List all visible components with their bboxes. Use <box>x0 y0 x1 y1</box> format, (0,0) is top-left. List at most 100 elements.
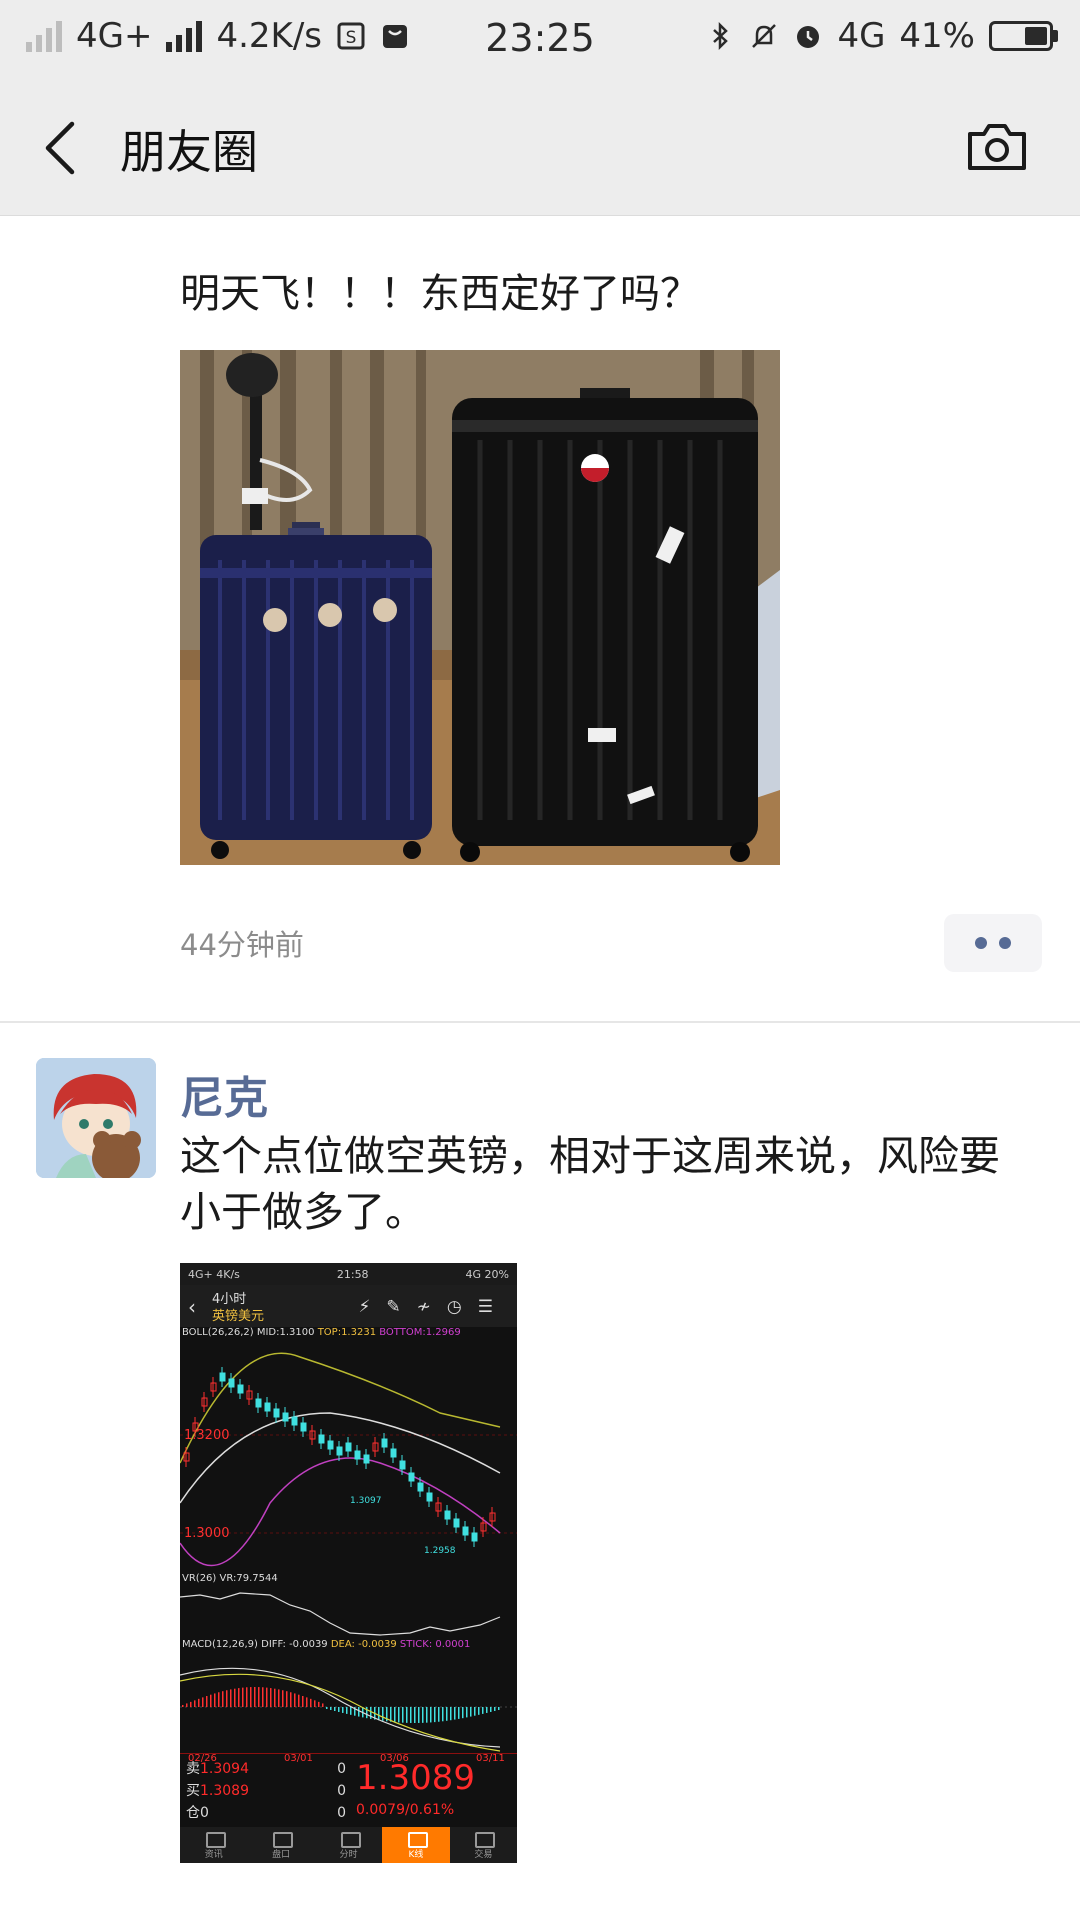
macd-bar <box>378 1707 380 1721</box>
candle-body <box>453 1518 460 1528</box>
macd-stick: STICK: 0.0001 <box>399 1639 471 1650</box>
buy-row: 买1.3089 0 <box>186 1780 346 1802</box>
macd-bar <box>470 1707 472 1717</box>
macd-bar <box>190 1701 192 1707</box>
battery-icon <box>989 21 1058 51</box>
price-label-min: 1.2958 <box>424 1546 456 1556</box>
candle-body <box>237 1384 244 1394</box>
kline-chart: 1.3200 1.3000 1.3097 1.2958 <box>180 1343 517 1573</box>
macd-bar <box>390 1707 392 1722</box>
macd-bar <box>306 1697 308 1707</box>
network-type-right: 4G <box>837 16 886 56</box>
more-actions-button[interactable] <box>944 914 1042 972</box>
macd-bar <box>406 1707 408 1723</box>
boll-indicator-row: BOLL(26,26,2) MID:1.3100 TOP:1.3231 BOTT… <box>180 1327 517 1343</box>
svg-text:S: S <box>346 28 357 48</box>
macd-bar <box>318 1701 320 1707</box>
macd-bar <box>338 1707 340 1712</box>
post-author[interactable]: 尼克 <box>180 1062 268 1126</box>
avatar[interactable] <box>36 1058 156 1178</box>
sell-row: 卖1.3094 0 <box>186 1758 346 1780</box>
candle-body <box>390 1448 397 1458</box>
macd-bar <box>194 1700 196 1707</box>
macd-bar <box>278 1689 280 1707</box>
screenshot-status-right: 4G 20% <box>465 1267 509 1281</box>
macd-bar <box>418 1707 420 1723</box>
macd-bar <box>414 1707 416 1723</box>
candle-body <box>345 1442 352 1452</box>
post-screenshot[interactable]: 4G+ 4K/s 21:58 4G 20% ‹ 4小时 英镑美元 ⚡✎≁◷☰ B… <box>180 1263 517 1863</box>
bluetooth-icon <box>713 21 729 51</box>
app-notification-icon: S <box>337 22 365 50</box>
macd-bar <box>298 1694 300 1707</box>
macd-bar <box>466 1707 468 1718</box>
macd-bar <box>222 1691 224 1707</box>
post-divider <box>0 1021 1080 1023</box>
macd-bar <box>398 1707 400 1723</box>
post-text: 明天飞！！！东西定好了吗？ <box>180 271 700 317</box>
macd-dea: DEA: -0.0039 <box>330 1639 397 1650</box>
screenshot-back-icon: ‹ <box>188 1295 196 1319</box>
bell-muted-icon <box>752 24 777 48</box>
screenshot-tab: 交易 <box>450 1827 517 1863</box>
macd-bar <box>250 1687 252 1707</box>
macd-bars <box>182 1687 500 1723</box>
back-arrow-icon[interactable] <box>30 112 90 184</box>
macd-bar <box>478 1707 480 1715</box>
buy-price: 1.3089 <box>200 1783 249 1799</box>
alarm-icon <box>797 26 820 48</box>
macd-bar <box>402 1707 404 1723</box>
macd-bar <box>394 1707 396 1723</box>
position-qty: 0 <box>337 1805 346 1821</box>
macd-bar <box>226 1690 228 1707</box>
macd-indicator-row: MACD(12,26,9) DIFF: -0.0039 DEA: -0.0039… <box>180 1639 517 1655</box>
macd-bar <box>346 1707 348 1714</box>
macd-bar <box>422 1707 424 1723</box>
macd-bar <box>474 1707 476 1716</box>
candle-body <box>417 1482 424 1492</box>
title-bar: 朋友圈 <box>0 76 1080 216</box>
macd-bar <box>206 1696 208 1707</box>
boll-top: TOP:1.3231 <box>317 1327 377 1338</box>
macd-label: MACD(12,26,9) <box>182 1639 258 1650</box>
candle-body <box>471 1532 478 1542</box>
macd-bar <box>202 1697 204 1707</box>
candle-body <box>255 1398 262 1408</box>
sell-qty: 0 <box>337 1761 346 1777</box>
macd-bar <box>302 1696 304 1707</box>
macd-bar <box>438 1707 440 1722</box>
signal-icon-sim1 <box>26 20 62 52</box>
macd-bar <box>446 1707 448 1721</box>
macd-bar <box>490 1707 492 1712</box>
macd-bar <box>290 1692 292 1707</box>
macd-bar <box>430 1707 432 1723</box>
screenshot-pair: 英镑美元 <box>212 1309 265 1324</box>
candle-body <box>444 1510 451 1520</box>
macd-bar <box>482 1707 484 1714</box>
screenshot-tab: 分时 <box>315 1827 382 1863</box>
quote-panel: 卖1.3094 0 买1.3089 0 仓0 0 1.3089 0.0079/0.61… <box>180 1753 517 1827</box>
post-photo[interactable] <box>180 350 780 865</box>
candle-body <box>228 1378 235 1388</box>
camera-icon[interactable] <box>964 114 1030 180</box>
last-price: 1.3089 <box>356 1758 475 1798</box>
screenshot-tab-active: K线 <box>382 1827 450 1863</box>
screenshot-toolbar-icons: ⚡✎≁◷☰ <box>358 1297 509 1317</box>
macd-bar <box>410 1707 412 1723</box>
candle-body <box>264 1402 271 1412</box>
macd-bar <box>350 1707 352 1715</box>
price-change: 0.0079/0.61% <box>356 1802 455 1818</box>
screenshot-status-left: 4G+ 4K/s <box>188 1267 240 1281</box>
macd-bar <box>262 1687 264 1707</box>
macd-bar <box>270 1688 272 1707</box>
avatar-image <box>36 1058 156 1178</box>
buy-qty: 0 <box>337 1783 346 1799</box>
macd-bar <box>342 1707 344 1713</box>
shopping-bag-icon <box>383 25 408 48</box>
status-right: 4G 41% <box>705 16 1058 56</box>
candle-body <box>336 1446 343 1456</box>
dot-icon <box>999 937 1011 949</box>
candle-body <box>381 1438 388 1448</box>
screenshot-status-bar: 4G+ 4K/s 21:58 4G 20% <box>180 1263 517 1285</box>
macd-bar <box>230 1689 232 1707</box>
